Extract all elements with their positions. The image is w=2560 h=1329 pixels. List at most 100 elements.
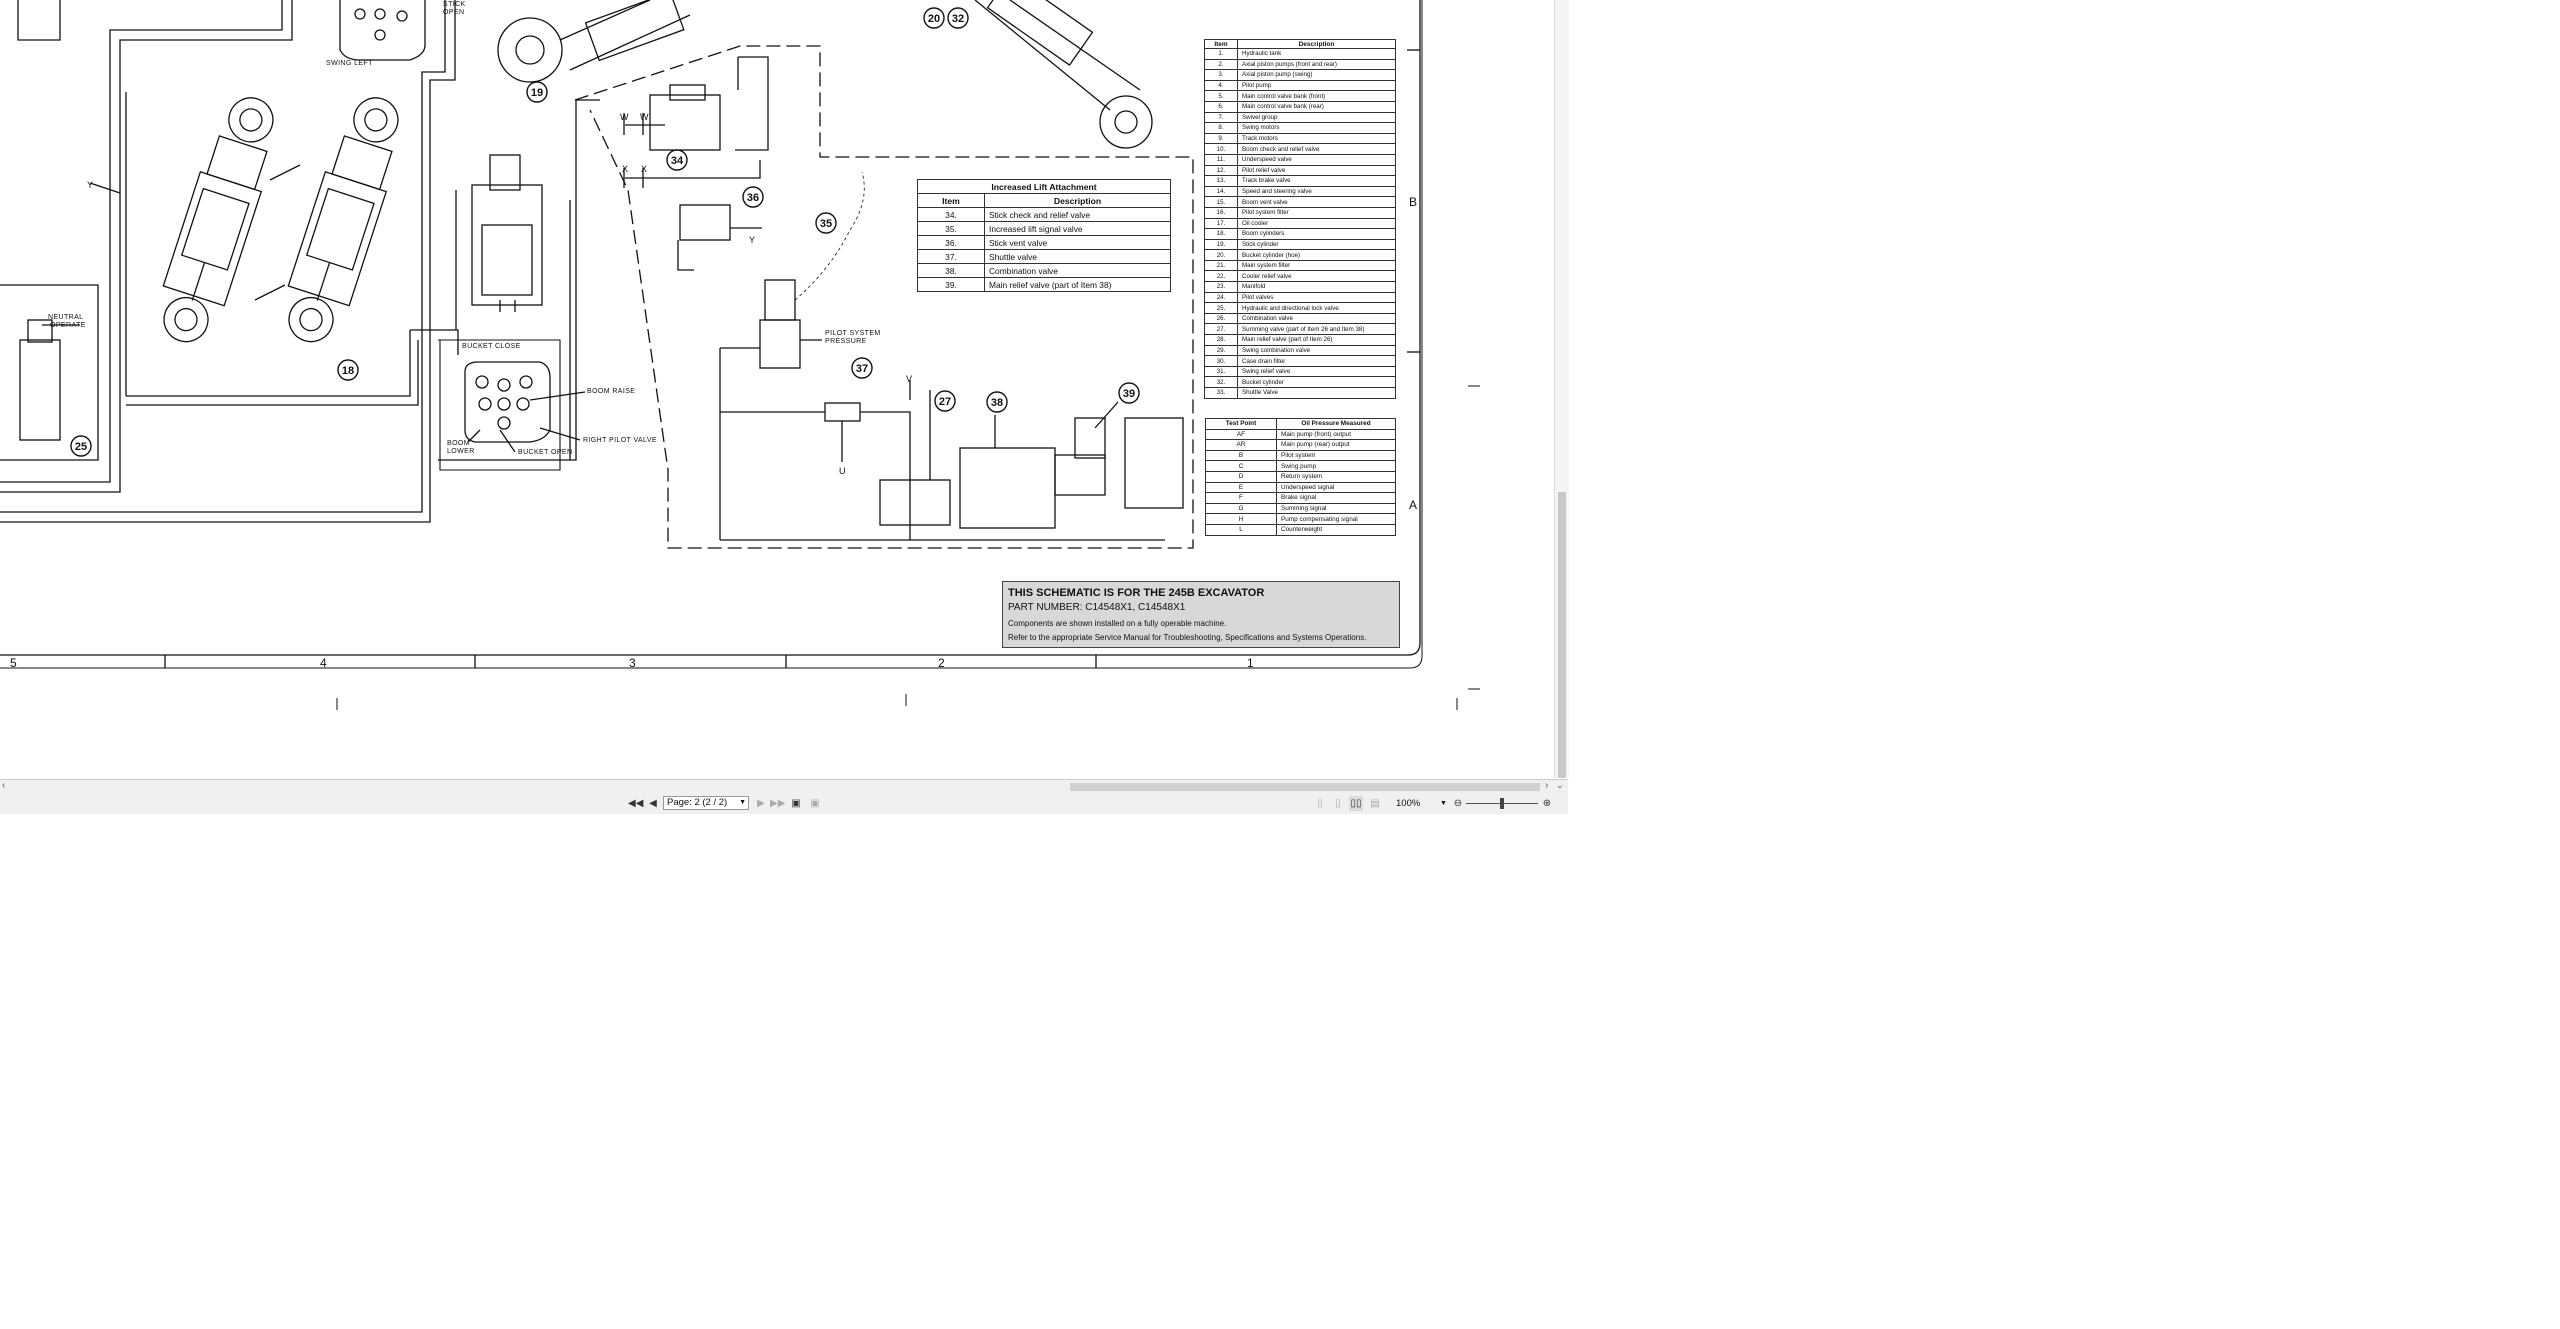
callout-number: 32 [952, 13, 964, 25]
vertical-scroll-thumb[interactable] [1558, 492, 1566, 778]
cell-description: Swing motors [1237, 122, 1396, 134]
cell-description: Increased lift signal valve [984, 221, 1171, 236]
table-row: 14. Speed and steering valve [1204, 185, 1396, 198]
port-label: X [641, 164, 647, 174]
table-row: 29. Swing combination valve [1204, 344, 1396, 357]
cell-item: 1. [1204, 48, 1238, 60]
label-right-pilot-valve: RIGHT PILOT VALVE [583, 437, 657, 444]
cell-item: D [1205, 470, 1277, 483]
callout-number: 39 [1123, 388, 1135, 400]
zoom-slider-handle[interactable] [1500, 798, 1504, 809]
cell-item: 37. [917, 249, 985, 264]
page-number-text: Page: 2 (2 / 2) [667, 797, 728, 808]
cell-description: Summing signal [1276, 502, 1396, 515]
cell-description: Stick check and relief valve [984, 207, 1171, 222]
cell-description: Underspeed signal [1276, 481, 1396, 494]
chevron-down-icon[interactable]: ▼ [1440, 797, 1447, 811]
cell-description: Hydraulic and directional lock valve [1237, 302, 1396, 314]
cell-item: 39. [917, 277, 985, 292]
cell-description: Hydraulic tank [1237, 48, 1396, 60]
table-row: 23. Manifold [1204, 281, 1396, 293]
cell-item: 28. [1204, 334, 1238, 346]
cell-description: Combination valve [1237, 312, 1396, 325]
zone-row-a: A [1409, 498, 1418, 512]
cell-description: Stick vent valve [984, 235, 1171, 250]
cell-item: 4. [1204, 79, 1238, 92]
table-row: 20. Bucket cylinder (hoe) [1204, 249, 1396, 261]
horizontal-scroll-thumb[interactable] [1070, 783, 1540, 791]
previous-page-icon[interactable]: ◀ [646, 796, 660, 811]
label-operate: OPERATE [50, 322, 86, 329]
zoom-level[interactable]: 100% ▼ [1396, 797, 1450, 811]
cell-item: 3. [1204, 69, 1238, 81]
cell-description: Main pump (rear) output [1276, 439, 1396, 451]
table-row: 25. Hydraulic and directional lock valve [1204, 302, 1396, 314]
cell-item: 36. [917, 235, 985, 250]
table-row: E Underspeed signal [1205, 481, 1396, 494]
callout-number: 38 [991, 397, 1003, 409]
callout-circle: 35 [815, 212, 837, 234]
cell-description: Swing relief valve [1237, 365, 1396, 378]
cell-description: Pilot valves [1237, 291, 1396, 304]
table-row: AR Main pump (rear) output [1205, 439, 1396, 451]
label-pilot-system-pressure: PILOT SYSTEM PRESSURE [825, 330, 881, 345]
callout-circle: 18 [337, 359, 359, 381]
cell-description: Pilot system filter [1237, 206, 1396, 219]
horizontal-scrollbar[interactable]: ‹ › ⌄ [0, 779, 1568, 794]
cell-item: 17. [1204, 217, 1238, 230]
table-row: 18. Boom cylinders [1204, 228, 1396, 240]
vertical-scrollbar[interactable] [1554, 0, 1569, 778]
test-points-table: Test Point Oil Pressure Measured AF Main … [1205, 418, 1396, 536]
view-copy-icon[interactable]: ▣ [808, 796, 822, 811]
cell-description: Shuttle Valve [1237, 387, 1396, 399]
single-page-view-icon[interactable]: ▯ [1313, 796, 1327, 811]
cell-description: Main pump (front) output [1276, 428, 1396, 441]
page-number-field[interactable]: Page: 2 (2 / 2) ▼ [663, 796, 749, 810]
cell-item: 9. [1204, 132, 1238, 145]
first-page-icon[interactable]: ◀◀ [628, 796, 643, 811]
zone-column-3: 3 [629, 656, 636, 670]
callout-number: 35 [820, 218, 832, 230]
scroll-down-icon[interactable]: ⌄ [1556, 780, 1564, 791]
zoom-in-icon[interactable]: ⊕ [1540, 796, 1554, 811]
callout-number: 37 [856, 363, 868, 375]
cell-item: 32. [1204, 376, 1238, 388]
cell-description: Swivel group [1237, 111, 1396, 124]
table-row: 13. Track brake valve [1204, 175, 1396, 187]
book-view-icon[interactable]: ▤ [1368, 796, 1382, 811]
table-row: 30. Case drain filter [1204, 355, 1396, 367]
table-row: 17. Oil cooler [1204, 217, 1396, 230]
column-header: Test Point [1205, 418, 1277, 430]
last-page-icon[interactable]: ▶▶ [770, 796, 785, 811]
label-boom-raise: BOOM RAISE [587, 388, 636, 395]
callout-circle: 37 [851, 357, 873, 379]
scroll-right-icon[interactable]: › [1545, 780, 1548, 791]
chevron-down-icon[interactable]: ▼ [739, 797, 746, 809]
column-header: Item [917, 193, 985, 208]
table-row: 3. Axial piston pump (swing) [1204, 69, 1396, 81]
two-page-view-icon[interactable]: ▯▯ [1349, 796, 1363, 811]
cell-item: 19. [1204, 238, 1238, 251]
cell-description: Bucket cylinder [1237, 376, 1396, 388]
next-page-icon[interactable]: ▶ [754, 796, 768, 811]
cell-description: Main relief valve (part of Item 38) [984, 277, 1171, 292]
cell-description: Track motors [1237, 132, 1396, 145]
zoom-out-icon[interactable]: ⊖ [1451, 796, 1465, 811]
table-row: 37. Shuttle valve [917, 249, 1171, 264]
cell-item: 34. [917, 207, 985, 222]
cell-item: 10. [1204, 143, 1238, 155]
callout-number: 25 [75, 441, 87, 453]
cell-item: E [1205, 481, 1277, 494]
callout-number: 34 [671, 155, 684, 167]
cell-description: Pilot pump [1237, 79, 1396, 92]
cell-item: 5. [1204, 90, 1238, 102]
cell-description: Oil cooler [1237, 217, 1396, 230]
table-row: 34. Stick check and relief valve [917, 207, 1171, 222]
table-row: 16. Pilot system filter [1204, 206, 1396, 219]
cell-description: Shuttle valve [984, 249, 1171, 264]
cell-description: Brake signal [1276, 492, 1396, 504]
scroll-left-icon[interactable]: ‹ [2, 780, 5, 791]
continuous-view-icon[interactable]: ▯ [1331, 796, 1345, 811]
view-fit-icon[interactable]: ▣ [789, 796, 803, 811]
cell-item: 16. [1204, 206, 1238, 219]
